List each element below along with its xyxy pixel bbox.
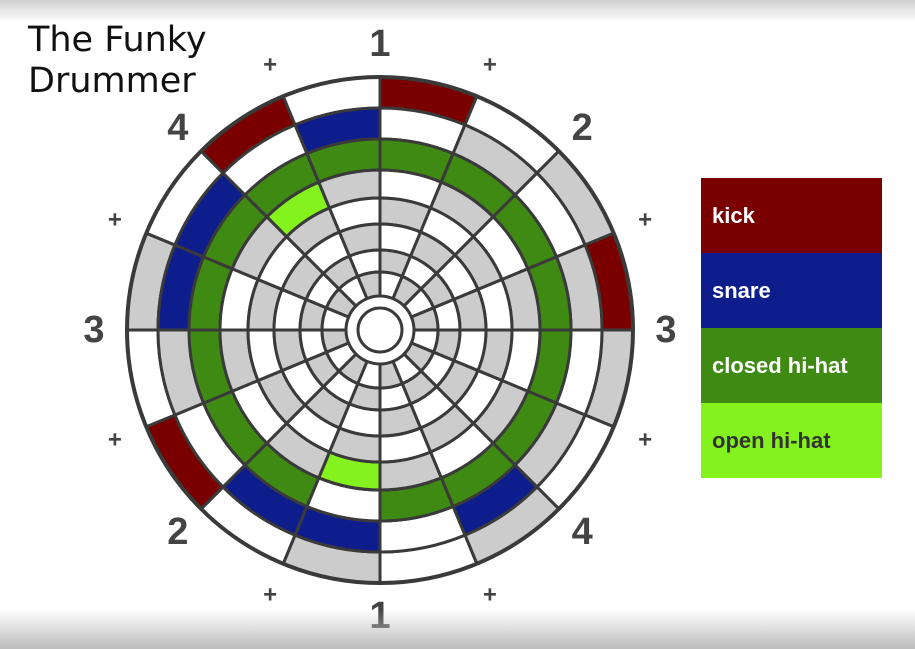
legend-label-closed-hihat: closed hi-hat [712, 352, 848, 378]
beat-label-3-13: 3 [83, 309, 104, 351]
beat-label-plus-16: + [263, 51, 277, 78]
beat-label-plus-12: + [108, 426, 122, 453]
bottom-shadow [0, 609, 915, 649]
beat-label-plus-10: + [263, 582, 277, 609]
funky-drummer-diagram: 1+2+3+4+1+2+3+4+ The Funky Drummer kick … [0, 0, 915, 649]
beat-label-plus-8: + [483, 582, 497, 609]
wheel-segments [125, 75, 635, 585]
beat-label-2-11: 2 [167, 511, 188, 553]
beat-label-2-3: 2 [572, 107, 593, 149]
beat-label-plus-14: + [108, 207, 122, 234]
diagram-title: The Funky Drummer [28, 20, 207, 102]
center-hole [356, 306, 404, 354]
legend-label-snare: snare [712, 277, 771, 303]
legend-item-kick: kick [701, 178, 882, 253]
legend-item-closed-hihat: closed hi-hat [701, 328, 882, 403]
beat-label-1-1: 1 [369, 23, 390, 65]
legend-item-snare: snare [701, 253, 882, 328]
beat-label-plus-6: + [638, 426, 652, 453]
beat-label-plus-4: + [638, 207, 652, 234]
top-shadow [0, 0, 915, 22]
legend-label-kick: kick [712, 202, 755, 228]
legend-item-open-hihat: open hi-hat [701, 403, 882, 478]
beat-label-plus-2: + [483, 51, 497, 78]
beat-label-4-15: 4 [167, 107, 188, 149]
legend-label-open-hihat: open hi-hat [712, 427, 831, 453]
beat-label-3-5: 3 [655, 309, 676, 351]
legend: kick snare closed hi-hat open hi-hat [701, 178, 882, 478]
beat-label-4-7: 4 [572, 511, 593, 553]
